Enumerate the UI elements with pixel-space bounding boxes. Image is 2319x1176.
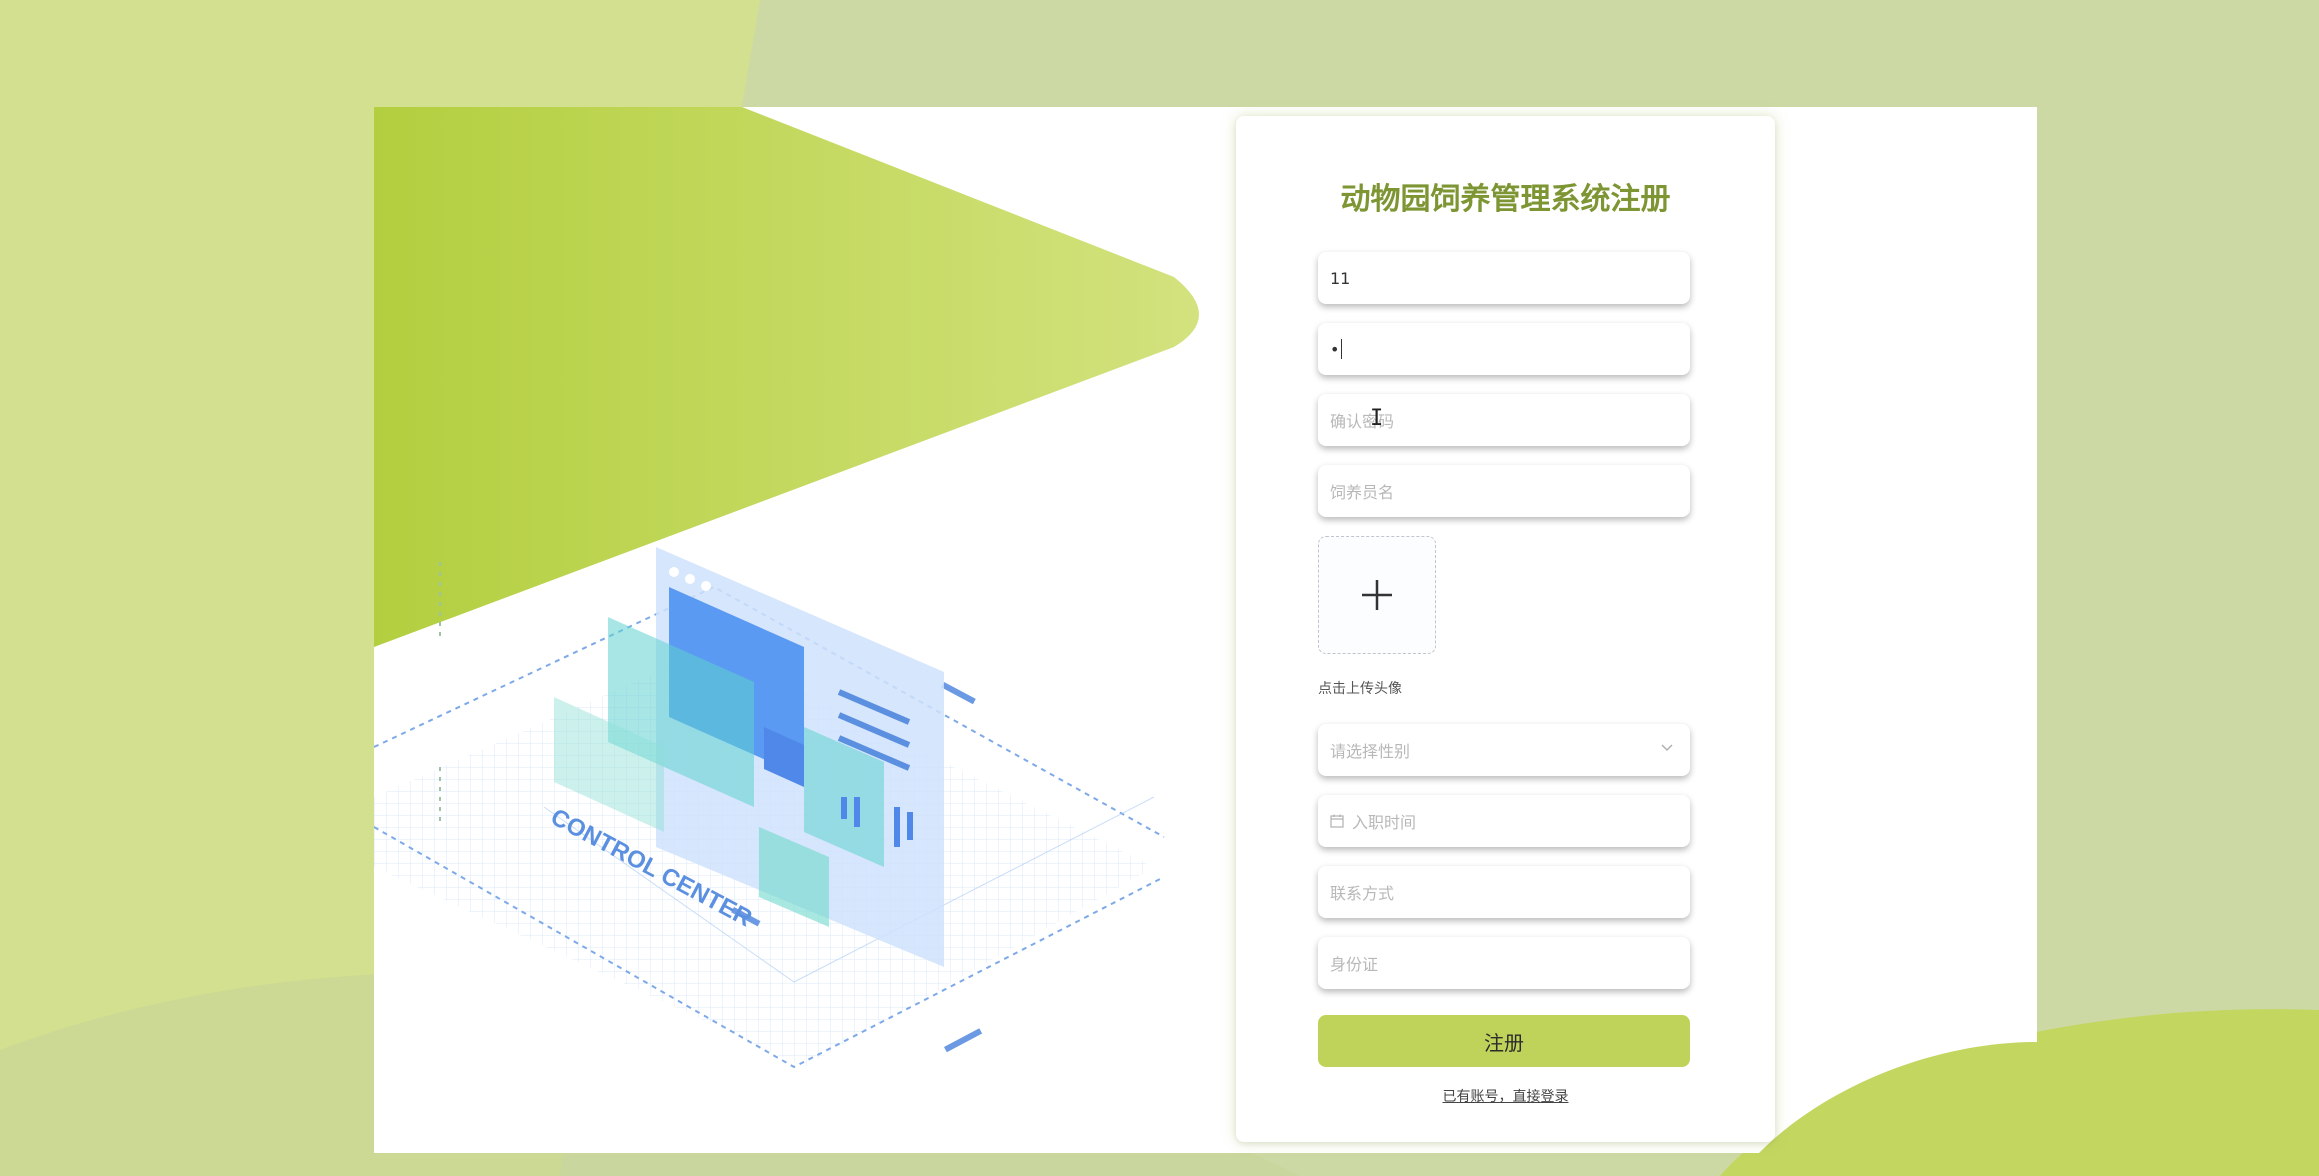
gender-select[interactable]: 请选择性别 xyxy=(1318,724,1690,776)
password-value: • xyxy=(1330,339,1340,359)
id-card-field[interactable]: 身份证 xyxy=(1318,937,1690,989)
id-card-placeholder: 身份证 xyxy=(1330,955,1379,974)
username-value: 11 xyxy=(1330,268,1351,288)
calendar-icon xyxy=(1330,814,1344,828)
ibeam-cursor-icon: I xyxy=(1370,406,1384,431)
register-card: 动物园饲养管理系统注册 11 • 确认密码 I 饲养员名 点击上传头像 请选择性… xyxy=(1236,116,1775,1142)
keeper-name-field[interactable]: 饲养员名 xyxy=(1318,465,1690,517)
confirm-password-field[interactable]: 确认密码 I xyxy=(1318,394,1690,446)
hire-date-placeholder: 入职时间 xyxy=(1352,813,1417,832)
password-field[interactable]: • xyxy=(1318,323,1690,375)
keeper-name-placeholder: 饲养员名 xyxy=(1330,483,1395,502)
avatar-upload-label: 点击上传头像 xyxy=(1318,681,1402,697)
username-field[interactable]: 11 xyxy=(1318,252,1690,304)
hire-date-picker[interactable]: 入职时间 xyxy=(1318,795,1690,847)
chevron-down-icon xyxy=(1661,744,1673,752)
control-center-illustration: CONTROL CENTER xyxy=(374,107,2037,1153)
login-link[interactable]: 已有账号，直接登录 xyxy=(1236,1086,1775,1106)
contact-field[interactable]: 联系方式 xyxy=(1318,866,1690,918)
gender-placeholder: 请选择性别 xyxy=(1330,742,1411,761)
confirm-password-placeholder: 确认密码 xyxy=(1330,412,1395,431)
avatar-upload[interactable] xyxy=(1318,536,1436,654)
contact-placeholder: 联系方式 xyxy=(1330,884,1395,903)
illustration-frame: CONTROL CENTER xyxy=(374,107,2037,1153)
register-button[interactable]: 注册 xyxy=(1318,1015,1690,1067)
text-caret xyxy=(1341,339,1343,359)
page-title: 动物园饲养管理系统注册 xyxy=(1340,182,1671,217)
plus-icon xyxy=(1362,580,1392,610)
